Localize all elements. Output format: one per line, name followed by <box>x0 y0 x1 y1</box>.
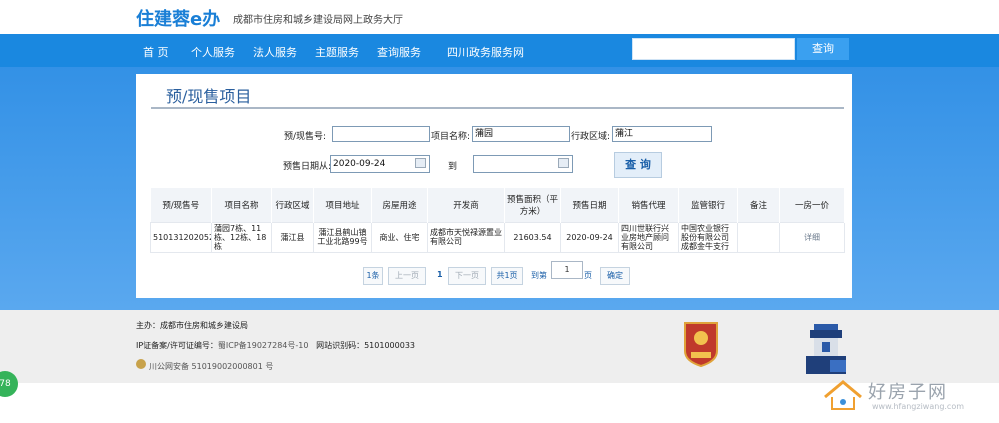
page-unit: 页 <box>584 271 592 280</box>
top-bar: 住建蓉e办 成都市住房和城乡建设局网上政务大厅 <box>0 0 999 34</box>
date-to-input[interactable] <box>473 155 573 173</box>
column-header: 项目名称 <box>211 188 272 222</box>
watermark-text: 好房子网 <box>868 382 948 403</box>
date-from-label: 预售日期从: <box>283 162 332 172</box>
project-name-label: 项目名称: <box>431 132 471 142</box>
cell-developer: 成都市天悦禄源置业有限公司 <box>427 221 505 253</box>
footer-icp: IP证备案/许可证编号：蜀ICP备19027284号-10 网站识别码：5101… <box>136 340 415 351</box>
main-nav: 首 页 个人服务 法人服务 主题服务 查询服务 四川政务服务网 查询 <box>0 34 999 67</box>
cell-area: 21603.54 <box>504 221 561 253</box>
site-subtitle: 成都市住房和城乡建设局网上政务大厅 <box>233 15 403 26</box>
nav-item-sichuan-gov[interactable]: 四川政务服务网 <box>447 44 524 60</box>
nav-item-corporate[interactable]: 法人服务 <box>253 44 297 60</box>
search-input[interactable] <box>632 38 795 60</box>
table-row: 51013120205227 蒲园7栋、11栋、12栋、18栋 蒲江县 蒲江县鹤… <box>150 221 845 253</box>
current-page[interactable]: 1 <box>437 270 443 279</box>
column-header: 一房一价 <box>779 188 845 222</box>
house-logo-icon <box>824 380 862 410</box>
detail-link[interactable]: 详细 <box>779 221 845 253</box>
district-label: 行政区域: <box>571 132 611 142</box>
presale-results-table: 预/现售号 项目名称 行政区域 项目地址 房屋用途 开发商 预售面积（平方米） … <box>150 188 845 253</box>
presale-no-input[interactable] <box>332 126 430 142</box>
column-header: 房屋用途 <box>371 188 428 222</box>
column-header: 销售代理 <box>618 188 679 222</box>
nav-item-home[interactable]: 首 页 <box>143 44 169 60</box>
cell-project-name: 蒲园7栋、11栋、12栋、18栋 <box>211 221 272 253</box>
cell-bank: 中国农业银行股份有限公司成都金牛支行 <box>678 221 738 253</box>
confirm-page-button[interactable]: 确定 <box>600 267 630 285</box>
site-id-value: 5101000033 <box>364 341 415 350</box>
cell-address: 蒲江县鹤山镇工业北路99号 <box>313 221 372 253</box>
police-record[interactable]: 川公网安备 51019002000801 号 <box>149 361 273 372</box>
search-button[interactable]: 查询 <box>797 38 849 60</box>
column-header: 预售日期 <box>560 188 619 222</box>
column-header: 行政区域 <box>271 188 314 222</box>
icp-label: IP证备案/许可证编号： <box>136 341 218 350</box>
column-header: 监管银行 <box>678 188 738 222</box>
page-number-input[interactable]: 1 <box>551 261 583 279</box>
brand-logo[interactable]: 住建蓉e办 <box>136 5 220 31</box>
column-header: 开发商 <box>427 188 505 222</box>
column-header: 预售面积（平方米） <box>504 188 561 222</box>
next-page-button[interactable]: 下一页 <box>448 267 486 285</box>
district-input[interactable]: 蒲江 <box>612 126 712 142</box>
nav-item-query[interactable]: 查询服务 <box>377 44 421 60</box>
presale-project-panel: 预/现售项目 预/现售号: 项目名称: 蒲园 行政区域: 蒲江 预售日期从: 2… <box>136 74 852 298</box>
goto-label: 到第 <box>531 271 547 280</box>
icp-value[interactable]: 蜀ICP备19027284号-10 <box>218 341 309 350</box>
police-badge-icon <box>136 359 146 369</box>
project-name-input[interactable]: 蒲园 <box>472 126 570 142</box>
query-button[interactable]: 查 询 <box>614 152 662 178</box>
footer-host: 主办：成都市住房和城乡建设局 <box>136 321 248 330</box>
page-title: 预/现售项目 <box>166 87 252 106</box>
pagination: 1条 上一页 1 下一页 共1页 到第 1 页 确定 <box>136 261 852 285</box>
nav-item-theme[interactable]: 主题服务 <box>315 44 359 60</box>
column-header: 预/现售号 <box>150 188 212 222</box>
column-header: 项目地址 <box>313 188 372 222</box>
cell-usage: 商业、住宅 <box>371 221 428 253</box>
watermark: 好房子网 www.hfangziwang.com <box>820 377 980 417</box>
prev-page-button[interactable]: 上一页 <box>388 267 426 285</box>
total-pages: 共1页 <box>491 267 523 285</box>
site-footer: 主办：成都市住房和城乡建设局 IP证备案/许可证编号：蜀ICP备19027284… <box>0 310 999 383</box>
party-government-badge-icon[interactable] <box>681 321 721 367</box>
cell-district: 蒲江县 <box>271 221 314 253</box>
cell-presale-no: 51013120205227 <box>150 221 212 253</box>
date-to-label: 到 <box>448 162 458 172</box>
cell-remark <box>737 221 780 253</box>
title-divider <box>151 107 844 109</box>
table-header-row: 预/现售号 项目名称 行政区域 项目地址 房屋用途 开发商 预售面积（平方米） … <box>150 188 845 222</box>
calendar-icon[interactable] <box>558 158 569 168</box>
cell-agent: 四川世联行兴业房地产顾问有限公司 <box>618 221 679 253</box>
site-id-label: 网站识别码： <box>316 341 365 350</box>
cell-date: 2020-09-24 <box>560 221 619 253</box>
pager-count: 1条 <box>363 267 383 285</box>
presale-no-label: 预/现售号: <box>284 132 327 142</box>
nav-item-personal[interactable]: 个人服务 <box>191 44 235 60</box>
calendar-icon[interactable] <box>415 158 426 168</box>
internet-police-icon[interactable] <box>800 322 852 377</box>
column-header: 备注 <box>737 188 780 222</box>
date-from-value: 2020-09-24 <box>333 159 386 169</box>
watermark-url: www.hfangziwang.com <box>872 402 965 411</box>
date-from-input[interactable]: 2020-09-24 <box>330 155 430 173</box>
